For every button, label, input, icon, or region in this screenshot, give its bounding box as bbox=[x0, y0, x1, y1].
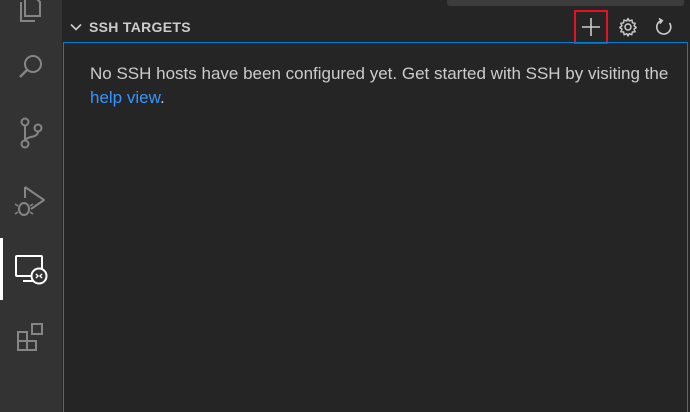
activity-run-debug[interactable] bbox=[0, 170, 62, 232]
activity-search[interactable] bbox=[0, 36, 62, 98]
ssh-targets-section-header[interactable]: SSH TARGETS bbox=[62, 10, 690, 44]
source-control-icon bbox=[20, 117, 43, 149]
explorer-icon bbox=[20, 0, 41, 22]
section-actions bbox=[574, 10, 682, 44]
search-icon bbox=[19, 55, 42, 78]
help-view-link[interactable]: help view bbox=[90, 88, 160, 107]
welcome-message: No SSH hosts have been configured yet. G… bbox=[90, 62, 670, 110]
activity-source-control[interactable] bbox=[0, 102, 62, 164]
configure-button[interactable] bbox=[610, 10, 646, 44]
activity-bar bbox=[0, 0, 62, 412]
welcome-text: No SSH hosts have been configured yet. G… bbox=[90, 64, 669, 83]
activity-extensions[interactable] bbox=[0, 306, 62, 368]
side-bar: SSH TARGETS No SSH hosts have been confi… bbox=[62, 0, 690, 412]
vscode-window: SSH TARGETS No SSH hosts have been confi… bbox=[0, 0, 690, 412]
run-debug-icon bbox=[14, 186, 45, 216]
filter-input-edge[interactable] bbox=[447, 0, 684, 6]
add-icon bbox=[582, 18, 600, 36]
chevron-down-icon[interactable] bbox=[68, 19, 84, 35]
gear-icon bbox=[619, 17, 637, 37]
refresh-button[interactable] bbox=[646, 10, 682, 44]
activity-explorer[interactable] bbox=[0, 0, 62, 40]
section-title: SSH TARGETS bbox=[89, 19, 191, 35]
activity-remote-explorer[interactable] bbox=[0, 238, 62, 300]
remote-explorer-icon bbox=[15, 255, 48, 285]
extensions-icon bbox=[17, 323, 43, 351]
welcome-text-end: . bbox=[159, 88, 165, 107]
add-new-ssh-host-button[interactable] bbox=[574, 10, 608, 44]
ssh-targets-panel: No SSH hosts have been configured yet. G… bbox=[63, 42, 688, 412]
refresh-icon bbox=[655, 17, 672, 35]
